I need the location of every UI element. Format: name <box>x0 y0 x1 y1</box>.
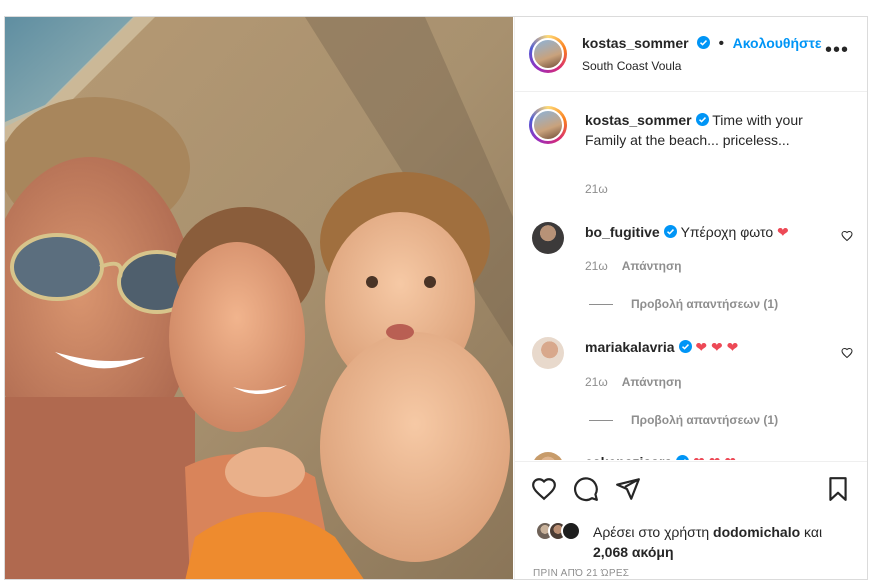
likes-joiner: και <box>804 524 823 540</box>
commenter-avatar[interactable] <box>532 222 564 254</box>
liker-username[interactable]: dodomichalo <box>713 524 800 540</box>
beach-selfie-image <box>5 17 513 579</box>
post-photo[interactable] <box>5 17 513 579</box>
heart-icon[interactable] <box>531 476 557 502</box>
like-comment-heart-icon[interactable] <box>841 230 853 242</box>
caption-time[interactable]: 21ω <box>585 182 608 196</box>
comment-time[interactable]: 21ω <box>585 375 608 389</box>
caption-avatar[interactable] <box>529 106 567 144</box>
heart-emoji: ❤ ❤ ❤ <box>695 339 739 355</box>
comment-meta: 21ω Απάντηση <box>585 259 682 273</box>
verified-badge-icon <box>678 340 692 353</box>
author-username[interactable]: kostas_sommer <box>582 35 689 51</box>
reply-button[interactable]: Απάντηση <box>622 375 682 389</box>
ellipsis-icon[interactable]: ••• <box>825 39 849 62</box>
reply-button[interactable]: Απάντηση <box>622 259 682 273</box>
likes-summary: Αρέσει στο χρήστη dodomichalo και 2,068 … <box>593 522 867 562</box>
comment-meta: 21ω Απάντηση <box>585 375 682 389</box>
heart-emoji: ❤ <box>777 224 789 240</box>
comment-text: Υπέροχη φωτο <box>680 224 774 240</box>
post-header: kostas_sommer • Ακολουθήστε South Coast … <box>515 17 867 92</box>
likes-count[interactable]: 2,068 ακόμη <box>593 544 674 560</box>
comment-username[interactable]: eskenazisara <box>585 454 672 460</box>
heart-emoji: ❤ ❤ ❤ <box>693 454 736 460</box>
comment-username[interactable]: mariakalavria <box>585 339 675 355</box>
post-timestamp[interactable]: ΠΡΙΝ ΑΠΌ 21 ΏΡΕΣ <box>533 568 629 579</box>
comment-row: eskenazisara ❤ ❤ ❤ <box>585 452 736 460</box>
verified-badge-icon <box>695 113 709 126</box>
commenter-avatar[interactable] <box>532 337 564 369</box>
likes-prefix: Αρέσει στο χρήστη <box>593 524 710 540</box>
verified-badge-icon <box>676 455 690 460</box>
comment-row: bo_fugitive Υπέροχη φωτο ❤ <box>585 222 789 242</box>
bookmark-icon[interactable] <box>825 476 851 502</box>
view-replies-label: Προβολή απαντήσεων (1) <box>631 297 779 311</box>
post-dialog: kostas_sommer • Ακολουθήστε South Coast … <box>4 16 868 580</box>
verified-badge-icon <box>697 36 711 49</box>
comment-icon[interactable] <box>573 476 599 502</box>
caption-username[interactable]: kostas_sommer <box>585 112 692 128</box>
liker-avatar <box>561 521 581 541</box>
comment-row: mariakalavria ❤ ❤ ❤ <box>585 337 738 357</box>
post-actions: Αρέσει στο χρήστη dodomichalo και 2,068 … <box>515 461 867 579</box>
author-avatar[interactable] <box>529 35 567 73</box>
follow-button[interactable]: Ακολουθήστε <box>733 35 822 51</box>
like-comment-heart-icon[interactable] <box>841 347 853 359</box>
view-replies-label: Προβολή απαντήσεων (1) <box>631 413 779 427</box>
post-side-panel: kostas_sommer • Ακολουθήστε South Coast … <box>514 17 867 579</box>
share-icon[interactable] <box>615 476 641 502</box>
post-location[interactable]: South Coast Voula <box>582 59 681 73</box>
commenter-avatar[interactable] <box>532 452 564 460</box>
verified-badge-icon <box>663 225 677 238</box>
caption: kostas_sommer Time with your Family at t… <box>585 110 825 150</box>
comment-time[interactable]: 21ω <box>585 259 608 273</box>
header-separator: • <box>718 35 725 52</box>
view-replies-button[interactable]: Προβολή απαντήσεων (1) <box>589 297 778 311</box>
comments-section[interactable]: kostas_sommer Time with your Family at t… <box>515 92 867 460</box>
view-replies-button[interactable]: Προβολή απαντήσεων (1) <box>589 413 778 427</box>
comment-username[interactable]: bo_fugitive <box>585 224 660 240</box>
